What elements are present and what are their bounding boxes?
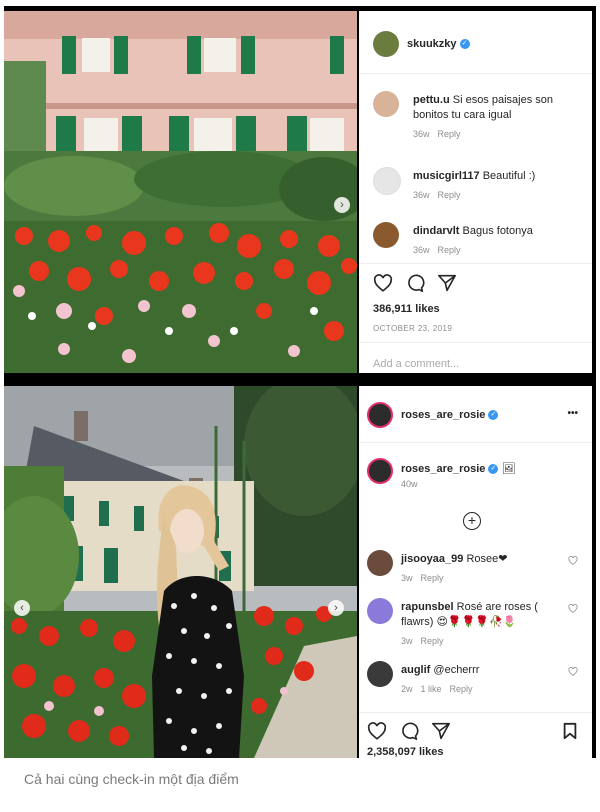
comment-like-count[interactable]: 1 like [421,684,442,694]
comment-age: 3w [401,636,413,646]
comment-age: 36w [413,245,430,255]
commenter-avatar[interactable] [367,550,393,576]
share-plane-icon[interactable] [437,274,457,292]
caption-text: 🖼 [501,463,516,475]
like-comment-heart-icon[interactable] [568,604,578,613]
load-more-comments-button[interactable]: + [463,512,481,530]
like-comment-heart-icon[interactable] [568,667,578,676]
caption-username[interactable]: roses_are_rosie [401,463,485,475]
author-username[interactable]: roses_are_rosie ✓ [401,409,499,421]
share-plane-icon[interactable] [431,722,451,740]
reply-button[interactable]: Reply [450,684,473,694]
comment-bubble-icon[interactable] [405,274,425,292]
reply-button[interactable]: Reply [438,190,461,200]
like-heart-icon[interactable] [373,274,393,292]
commenter-username[interactable]: auglif [401,664,430,676]
reply-button[interactable]: Reply [438,245,461,255]
action-bar [373,274,457,292]
screenshot-frame: › skuukzky ✓ pettu.u Si esos paisajes son… [4,6,596,758]
save-bookmark-icon[interactable] [562,722,578,740]
commenter-username[interactable]: dindarvlt [413,225,459,237]
verified-icon: ✓ [488,410,499,421]
post-2-photo: ‹ › [4,386,357,758]
commenter-username[interactable]: rapunsbel [401,601,454,613]
reply-button[interactable]: Reply [421,636,444,646]
verified-icon: ✓ [459,39,470,50]
verified-icon: ✓ [488,464,499,475]
post-1: › skuukzky ✓ pettu.u Si esos paisajes son… [4,11,596,373]
commenter-avatar[interactable] [373,91,399,117]
post-1-photo: › [4,11,357,373]
commenter-avatar[interactable] [367,598,393,624]
next-photo-button[interactable]: › [334,197,350,213]
comment-age: 36w [413,129,430,139]
comment-age: 2w [401,684,413,694]
commenter-avatar[interactable] [373,222,399,248]
reply-button[interactable]: Reply [438,129,461,139]
divider [359,442,592,443]
divider [359,73,592,74]
divider [359,263,592,264]
author-avatar[interactable] [373,31,399,57]
add-comment-input[interactable]: Add a comment... [373,358,459,370]
commenter-username[interactable]: musicgirl117 [413,170,480,182]
like-count[interactable]: 386,911 likes [373,303,440,315]
author-username[interactable]: skuukzky ✓ [407,38,470,50]
comment-text: Beautiful :) [482,170,536,182]
commenter-avatar[interactable] [367,661,393,687]
comment-text: Rosee❤ [466,553,508,565]
like-heart-icon[interactable] [367,722,387,740]
previous-photo-button[interactable]: ‹ [14,600,30,616]
caption: roses_are_rosie ✓ 🖼 40w [401,462,515,489]
page-caption: Cả hai cùng check-in một địa điểm [24,771,239,787]
next-photo-button[interactable]: › [328,600,344,616]
caption-avatar[interactable] [367,458,393,484]
more-options-icon[interactable]: ••• [567,408,578,419]
author-avatar[interactable] [367,402,393,428]
reply-button[interactable]: Reply [421,573,444,583]
commenter-avatar[interactable] [373,167,401,195]
post-2: ‹ › roses_are_rosie ✓ ••• roses_are_rosie… [4,386,596,758]
action-bar [367,722,451,740]
caption-age: 40w [401,479,418,489]
like-count[interactable]: 2,358,097 likes [367,746,443,758]
post-date: OCTOBER 23, 2019 [373,324,453,333]
post-2-panel: roses_are_rosie ✓ ••• roses_are_rosie ✓ 🖼 … [359,386,592,758]
divider [359,342,592,343]
comment-age: 3w [401,573,413,583]
like-comment-heart-icon[interactable] [568,556,578,565]
divider [359,712,592,713]
comment-text: @echerrr [433,664,480,676]
author-name-text[interactable]: roses_are_rosie [401,409,485,421]
comment-age: 36w [413,190,430,200]
commenter-username[interactable]: pettu.u [413,94,450,106]
comment-bubble-icon[interactable] [399,722,419,740]
commenter-username[interactable]: jisooyaa_99 [401,553,463,565]
comment-text: Bagus fotonya [462,225,533,237]
post-1-panel: skuukzky ✓ pettu.u Si esos paisajes son b… [359,11,592,373]
author-name-text[interactable]: skuukzky [407,38,457,50]
